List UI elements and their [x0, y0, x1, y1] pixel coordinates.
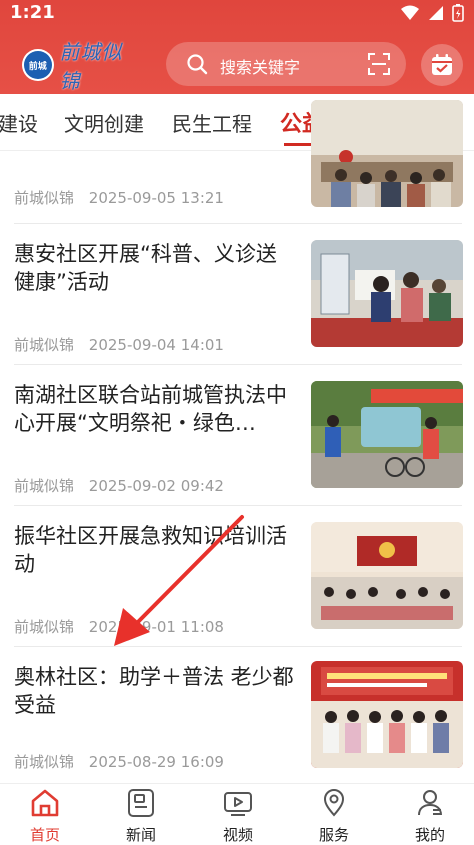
search-icon	[187, 54, 208, 75]
tab-wenming-chuangjian[interactable]: 文明创建	[64, 108, 144, 137]
article-thumbnail	[311, 240, 463, 347]
article-meta: 前城似锦 2025-08-29 16:09	[14, 751, 224, 772]
bottom-navigation: 首页 新闻 视频 服务 我的	[0, 783, 474, 844]
nav-news[interactable]: 新闻	[106, 788, 176, 845]
home-icon	[31, 789, 59, 817]
article-title: 振华社区开展急救知识培训活动	[14, 524, 287, 576]
article-thumbnail	[311, 522, 463, 629]
app-logo[interactable]: 前城 前城似锦	[22, 40, 142, 93]
logo-badge: 前城	[22, 49, 54, 81]
article-meta: 前城似锦 2025-09-02 09:42	[14, 475, 224, 496]
article-date: 2025-09-05 13:21	[88, 189, 224, 207]
list-item[interactable]: 南湖社区联合站前城管执法中心开展“文明祭祀・绿色… 前城似锦 2025-09-0…	[0, 365, 474, 505]
status-icons	[400, 4, 464, 22]
nav-news-label: 新闻	[125, 826, 156, 844]
nav-profile[interactable]: 我的	[395, 788, 465, 845]
article-thumbnail	[311, 100, 463, 207]
article-title: 南湖社区联合站前城管执法中心开展“文明祭祀・绿色…	[14, 383, 287, 435]
list-item[interactable]: 奥林社区：助学＋普法 老少都受益 前城似锦 2025-08-29 16:09	[0, 647, 474, 783]
news-icon	[128, 789, 154, 817]
article-thumbnail	[311, 381, 463, 488]
app-header: 1:21 前城 前城似锦 搜索关键字	[0, 0, 474, 94]
article-title: 奥林社区：助学＋普法 老少都受益	[14, 665, 294, 717]
article-meta: 前城似锦 2025-09-04 14:01	[14, 334, 224, 355]
article-source: 前城似锦	[14, 477, 75, 495]
battery-icon	[452, 4, 464, 22]
training-hall-photo-icon	[311, 522, 463, 629]
logo-text: 前城似锦	[59, 40, 123, 93]
nav-profile-label: 我的	[414, 826, 445, 844]
article-source: 前城似锦	[14, 189, 75, 207]
status-bar: 1:21	[0, 0, 474, 28]
tab-jianshe[interactable]: 建设	[0, 108, 38, 137]
nav-service-label: 服务	[318, 826, 349, 844]
nav-home[interactable]: 首页	[10, 788, 80, 845]
nav-home-label: 首页	[29, 826, 60, 844]
article-source: 前城似锦	[14, 753, 75, 771]
video-icon	[224, 792, 252, 816]
scan-icon[interactable]	[368, 53, 390, 75]
search-bar[interactable]: 搜索关键字	[166, 42, 406, 86]
wifi-icon	[401, 5, 419, 20]
clinic-photo-icon	[311, 240, 463, 347]
meeting-photo-icon	[311, 100, 463, 207]
group-photo-icon	[311, 661, 463, 768]
location-icon	[323, 789, 345, 817]
nav-video-label: 视频	[222, 826, 253, 844]
tab-minsheng-gongcheng[interactable]: 民生工程	[172, 108, 252, 137]
calendar-check-icon	[432, 54, 452, 75]
article-date: 2025-09-02 09:42	[88, 477, 224, 495]
article-source: 前城似锦	[14, 618, 75, 636]
nav-service[interactable]: 服务	[299, 788, 369, 845]
article-thumbnail	[311, 661, 463, 768]
list-item[interactable]: 前城似锦 2025-09-05 13:21	[0, 100, 474, 224]
street-event-photo-icon	[311, 381, 463, 488]
article-title: 惠安社区开展“科普、义诊送健康”活动	[14, 242, 277, 294]
article-date: 2025-09-01 11:08	[88, 618, 224, 636]
article-meta: 前城似锦 2025-09-05 13:21	[14, 187, 224, 208]
nav-video[interactable]: 视频	[203, 788, 273, 845]
article-source: 前城似锦	[14, 336, 75, 354]
status-time: 1:21	[10, 2, 55, 23]
calendar-button[interactable]	[421, 44, 463, 86]
article-meta: 前城似锦 2025-09-01 11:08	[14, 616, 224, 637]
profile-icon	[418, 790, 442, 816]
article-date: 2025-08-29 16:09	[88, 753, 224, 771]
list-item[interactable]: 振华社区开展急救知识培训活动 前城似锦 2025-09-01 11:08	[0, 506, 474, 646]
search-placeholder: 搜索关键字	[220, 58, 301, 77]
list-item[interactable]: 惠安社区开展“科普、义诊送健康”活动 前城似锦 2025-09-04 14:01	[0, 224, 474, 364]
signal-icon	[429, 6, 443, 20]
article-date: 2025-09-04 14:01	[88, 336, 224, 354]
